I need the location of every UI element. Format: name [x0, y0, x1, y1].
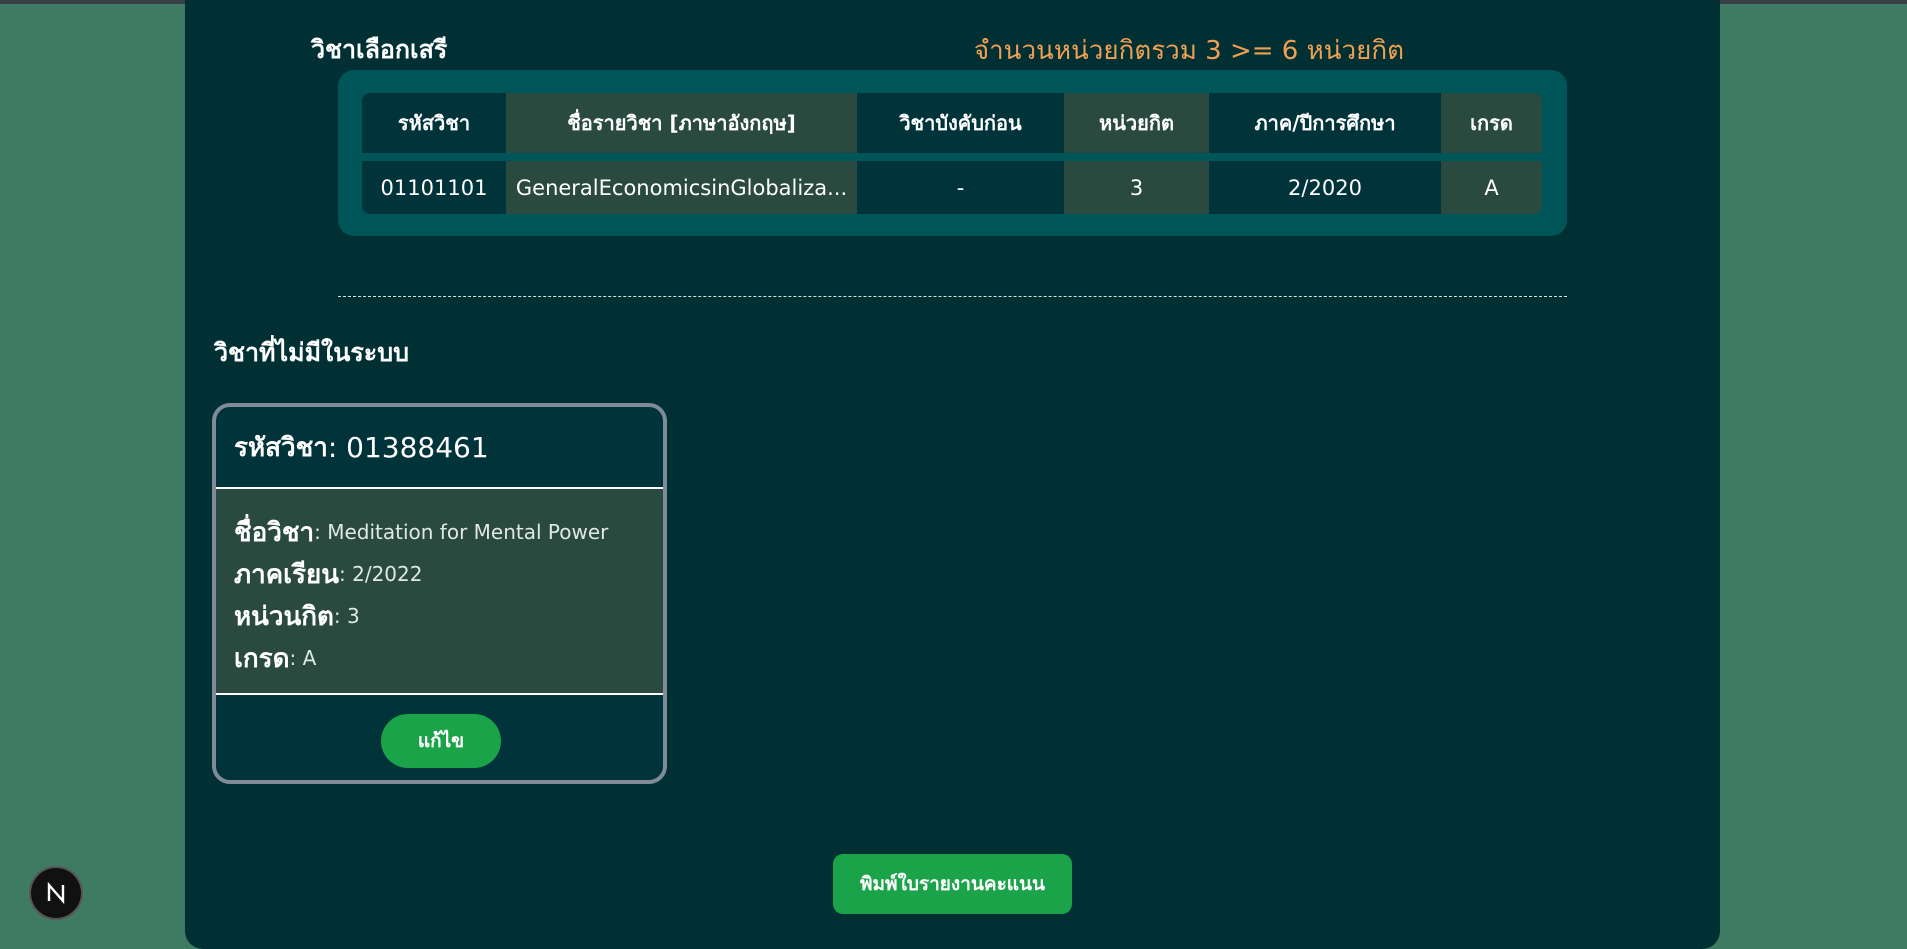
- cell-prerequisite: -: [857, 161, 1064, 214]
- header-credits: หน่วยกิต: [1064, 93, 1209, 153]
- card-code-label: รหัสวิชา: [234, 432, 328, 463]
- cell-course-code: 01101101: [362, 161, 506, 214]
- elective-section-title: วิชาเลือกเสรี: [311, 35, 448, 64]
- table-header-row: รหัสวิชา ชื่อรายวิชา [ภาษาอังกฤษ] วิชาบั…: [362, 93, 1542, 153]
- card-grade-label: เกรด: [234, 643, 290, 674]
- card-code-value: 01388461: [346, 430, 489, 464]
- cell-course-name: GeneralEconomicsinGlobaliza...: [506, 161, 857, 214]
- credit-summary: จำนวนหน่วยกิตรวม 3 >= 6 หน่วยกิต: [973, 36, 1404, 66]
- cell-semester: 2/2020: [1209, 161, 1441, 214]
- print-report-button[interactable]: พิมพ์ใบรายงานคะแนน: [833, 854, 1072, 914]
- cell-credits: 3: [1064, 161, 1209, 214]
- header-course-code: รหัสวิชา: [362, 93, 506, 153]
- card-semester-value: 2/2022: [352, 562, 423, 586]
- section-divider: [338, 296, 1567, 297]
- header-course-name: ชื่อรายวิชา [ภาษาอังกฤษ]: [506, 93, 857, 153]
- card-grade-value: A: [302, 646, 317, 670]
- card-name-value: Meditation for Mental Power: [327, 520, 609, 544]
- card-semester-line: ภาคเรียน: 2/2022: [234, 553, 663, 595]
- card-credit-label: หน่วนกิต: [234, 601, 334, 632]
- card-name-line: ชื่อวิชา: Meditation for Mental Power: [234, 511, 663, 553]
- n-glyph-icon: [47, 882, 65, 904]
- card-semester-label: ภาคเรียน: [234, 559, 339, 590]
- card-grade-sep: :: [289, 646, 303, 670]
- elective-table: รหัสวิชา ชื่อรายวิชา [ภาษาอังกฤษ] วิชาบั…: [338, 70, 1567, 236]
- card-grade-line: เกรด: A: [234, 637, 663, 679]
- table-row: 01101101 GeneralEconomicsinGlobaliza... …: [362, 161, 1542, 214]
- header-semester: ภาค/ปีการศึกษา: [1209, 93, 1441, 153]
- card-body: ชื่อวิชา: Meditation for Mental Power ภา…: [216, 489, 663, 695]
- not-in-system-title: วิชาที่ไม่มีในระบบ: [214, 338, 409, 367]
- card-credit-line: หน่วนกิต: 3: [234, 595, 663, 637]
- card-name-sep: :: [314, 520, 328, 544]
- card-credit-value: 3: [347, 604, 360, 628]
- card-code-sep: :: [327, 430, 347, 464]
- header-prerequisite: วิชาบังคับก่อน: [857, 93, 1064, 153]
- edit-button[interactable]: แก้ไข: [381, 714, 501, 768]
- card-semester-sep: :: [339, 562, 353, 586]
- header-grade: เกรด: [1441, 93, 1542, 153]
- card-name-label: ชื่อวิชา: [234, 517, 315, 548]
- course-card: รหัสวิชา: 01388461 ชื่อวิชา: Meditation …: [212, 403, 667, 784]
- cell-grade: A: [1441, 161, 1542, 214]
- card-credit-sep: :: [333, 604, 348, 628]
- nextjs-n-icon[interactable]: [29, 866, 83, 920]
- card-header: รหัสวิชา: 01388461: [216, 407, 663, 489]
